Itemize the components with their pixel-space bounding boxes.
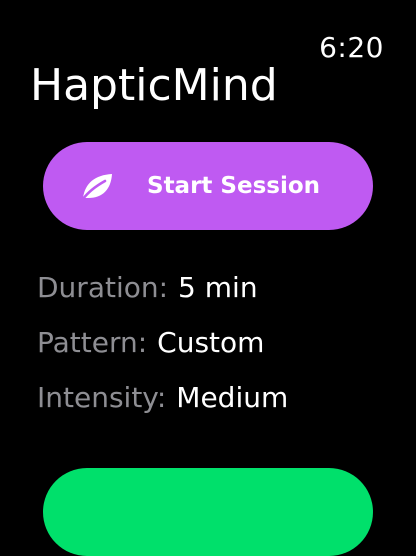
start-session-label: Start Session (147, 173, 321, 199)
pattern-value: Custom (157, 326, 265, 359)
pattern-label: Pattern: (37, 326, 148, 359)
intensity-label: Intensity: (37, 381, 167, 414)
intensity-value: Medium (176, 381, 289, 414)
status-time: 6:20 (319, 31, 384, 64)
pattern-row: Pattern: Custom (37, 329, 264, 357)
secondary-action-button[interactable] (43, 468, 373, 556)
intensity-row: Intensity: Medium (37, 384, 288, 412)
duration-label: Duration: (37, 271, 169, 304)
duration-value: 5 min (178, 271, 258, 304)
start-session-button[interactable]: Start Session (43, 142, 373, 230)
duration-row: Duration: 5 min (37, 274, 258, 302)
app-title: HapticMind (30, 60, 278, 111)
leaf-icon (79, 171, 115, 201)
